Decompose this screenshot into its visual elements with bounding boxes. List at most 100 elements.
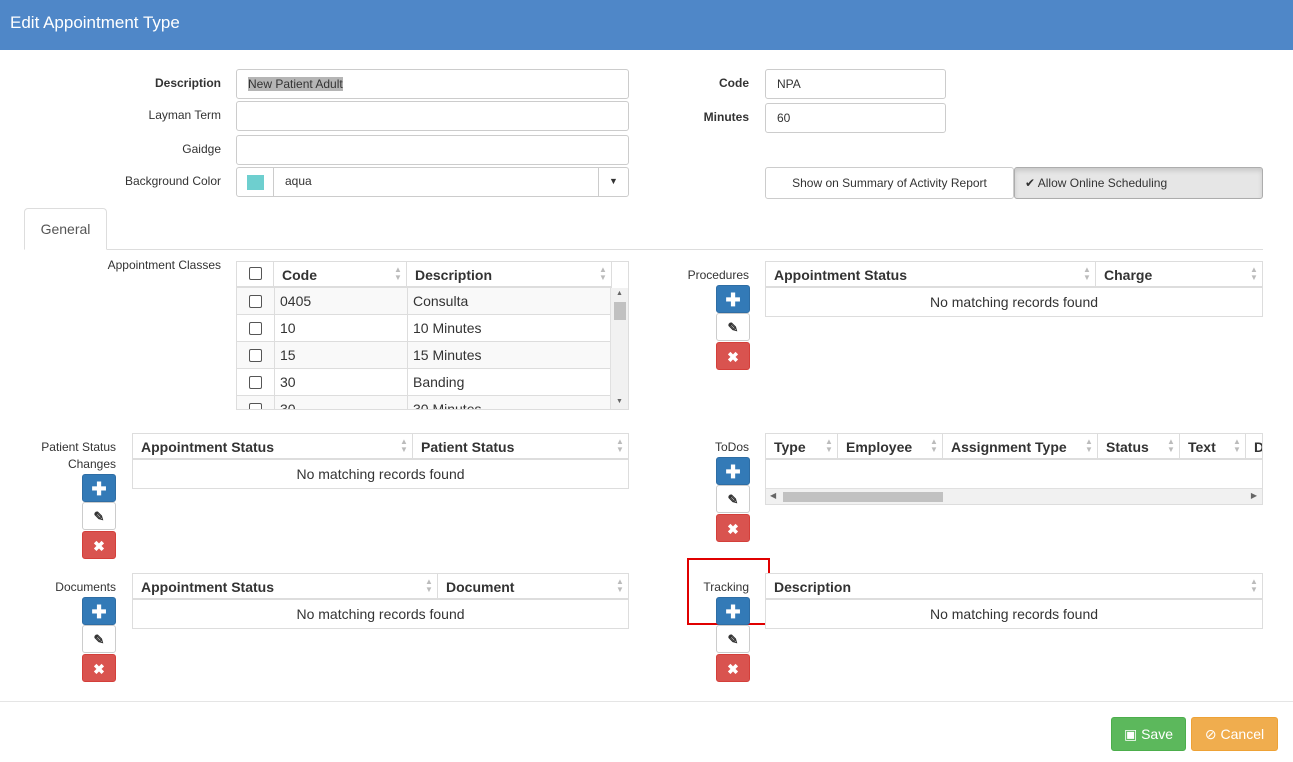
sort-icon: ▲ ▼: [1085, 437, 1093, 454]
sort-icon: ▲ ▼: [616, 577, 624, 594]
add-patient-status-button[interactable]: ✚: [82, 474, 116, 502]
cancel-button[interactable]: ⊘ Cancel: [1191, 717, 1278, 751]
appointment-classes-label: Appointment Classes: [107, 258, 221, 272]
delete-tracking-button[interactable]: ✖: [716, 654, 750, 682]
close-icon: ✖: [727, 349, 739, 365]
horizontal-scrollbar[interactable]: ◀ ▶: [766, 488, 1262, 504]
column-header-assignment-type[interactable]: Assignment Type ▲ ▼: [943, 434, 1098, 460]
delete-todo-button[interactable]: ✖: [716, 514, 750, 542]
description-label: Description: [154, 76, 221, 90]
layman-term-input[interactable]: [236, 101, 629, 131]
close-icon: ✖: [93, 661, 105, 677]
edit-procedure-button[interactable]: ✎: [716, 313, 750, 341]
dialog-header: Edit Appointment Type: [0, 0, 1293, 50]
column-header-description[interactable]: Description ▲ ▼: [407, 262, 612, 288]
edit-icon: ✎: [727, 632, 739, 647]
gaidge-label: Gaidge: [182, 142, 221, 156]
add-procedure-button[interactable]: ✚: [716, 285, 750, 313]
column-header-appointment-status[interactable]: Appointment Status ▲ ▼: [133, 574, 438, 600]
check-icon: ✔: [1025, 176, 1036, 190]
empty-message: No matching records found: [296, 606, 465, 622]
sort-icon: ▲ ▼: [1233, 437, 1241, 454]
delete-procedure-button[interactable]: ✖: [716, 342, 750, 370]
description-value: New Patient Adult: [248, 77, 343, 91]
sort-icon: ▲ ▼: [599, 265, 607, 282]
procedures-table: Appointment Status ▲ ▼ Charge ▲ ▼ No match…: [765, 261, 1263, 317]
background-color-select[interactable]: aqua ▼: [236, 167, 629, 197]
save-icon: ▣: [1123, 726, 1138, 742]
plus-icon: ✚: [91, 602, 107, 622]
row-checkbox[interactable]: [249, 376, 262, 389]
add-document-button[interactable]: ✚: [82, 597, 116, 625]
show-summary-label: Show on Summary of Activity Report: [792, 176, 987, 190]
description-input[interactable]: New Patient Adult: [236, 69, 629, 99]
plus-icon: ✚: [725, 290, 741, 310]
scroll-up-icon[interactable]: ▲: [616, 290, 623, 297]
scroll-left-icon[interactable]: ◀: [770, 491, 776, 500]
plus-icon: ✚: [91, 479, 107, 499]
delete-document-button[interactable]: ✖: [82, 654, 116, 682]
allow-online-toggle[interactable]: ✔ Allow Online Scheduling: [1014, 167, 1263, 199]
show-summary-toggle[interactable]: Show on Summary of Activity Report: [765, 167, 1014, 199]
edit-todo-button[interactable]: ✎: [716, 485, 750, 513]
table-row[interactable]: 30 30 Minutes: [237, 396, 610, 409]
procedures-label: Procedures: [687, 268, 749, 282]
edit-icon: ✎: [727, 492, 739, 507]
row-checkbox[interactable]: [249, 403, 262, 409]
column-header-appointment-status[interactable]: Appointment Status ▲ ▼: [133, 434, 413, 460]
appointment-classes-table: Code ▲ ▼ Description ▲ ▼ 0405 Consulta 10 …: [236, 261, 629, 410]
column-header-employee[interactable]: Employee ▲ ▼: [838, 434, 943, 460]
save-button[interactable]: ▣ Save: [1111, 717, 1186, 751]
row-checkbox[interactable]: [249, 349, 262, 362]
close-icon: ✖: [727, 521, 739, 537]
edit-tracking-button[interactable]: ✎: [716, 625, 750, 653]
column-header-document[interactable]: Document ▲ ▼: [438, 574, 628, 600]
column-header-text[interactable]: Text ▲ ▼: [1180, 434, 1246, 460]
scrollbar-thumb[interactable]: [614, 302, 626, 320]
add-todo-button[interactable]: ✚: [716, 457, 750, 485]
row-checkbox[interactable]: [249, 295, 262, 308]
plus-icon: ✚: [725, 462, 741, 482]
tab-general[interactable]: General: [24, 208, 107, 250]
scrollbar-thumb[interactable]: [783, 492, 943, 502]
table-row[interactable]: 15 15 Minutes: [237, 342, 610, 369]
edit-icon: ✎: [727, 320, 739, 335]
todos-table: Type ▲ ▼ Employee ▲ ▼ Assignment Type ▲ ▼ S…: [765, 433, 1263, 505]
empty-message: No matching records found: [929, 606, 1099, 622]
add-tracking-button[interactable]: ✚: [716, 597, 750, 625]
column-header-patient-status[interactable]: Patient Status ▲ ▼: [413, 434, 628, 460]
scroll-right-icon[interactable]: ▶: [1251, 491, 1257, 500]
documents-label: Documents: [55, 580, 116, 594]
table-row[interactable]: 30 Banding: [237, 369, 610, 396]
column-header-appointment-status[interactable]: Appointment Status ▲ ▼: [766, 262, 1096, 288]
tracking-label: Tracking: [703, 580, 749, 594]
edit-icon: ✎: [93, 632, 105, 647]
chevron-down-icon[interactable]: ▼: [598, 168, 628, 196]
edit-document-button[interactable]: ✎: [82, 625, 116, 653]
color-swatch: [247, 175, 264, 190]
column-header-type[interactable]: Type ▲ ▼: [766, 434, 838, 460]
select-all-checkbox[interactable]: [249, 267, 262, 280]
empty-message: No matching records found: [296, 466, 465, 482]
table-row[interactable]: 10 10 Minutes: [237, 315, 610, 342]
row-checkbox[interactable]: [249, 322, 262, 335]
column-header-d[interactable]: D: [1246, 434, 1262, 460]
plus-icon: ✚: [725, 602, 741, 622]
code-input[interactable]: NPA: [765, 69, 946, 99]
close-icon: ✖: [93, 538, 105, 554]
delete-patient-status-button[interactable]: ✖: [82, 531, 116, 559]
sort-icon: ▲ ▼: [616, 437, 624, 454]
table-row[interactable]: 0405 Consulta: [237, 288, 610, 315]
column-header-description[interactable]: Description ▲ ▼: [766, 574, 1262, 600]
sort-icon: ▲ ▼: [1250, 577, 1258, 594]
column-header-status[interactable]: Status ▲ ▼: [1098, 434, 1180, 460]
column-header-code[interactable]: Code ▲ ▼: [274, 262, 407, 288]
scroll-down-icon[interactable]: ▼: [616, 398, 623, 405]
sort-icon: ▲ ▼: [930, 437, 938, 454]
minutes-input[interactable]: 60: [765, 103, 946, 133]
vertical-scrollbar[interactable]: ▲ ▼: [610, 288, 628, 409]
edit-patient-status-button[interactable]: ✎: [82, 502, 116, 530]
gaidge-input[interactable]: [236, 135, 629, 165]
column-header-charge[interactable]: Charge ▲ ▼: [1096, 262, 1262, 288]
sort-icon: ▲ ▼: [825, 437, 833, 454]
